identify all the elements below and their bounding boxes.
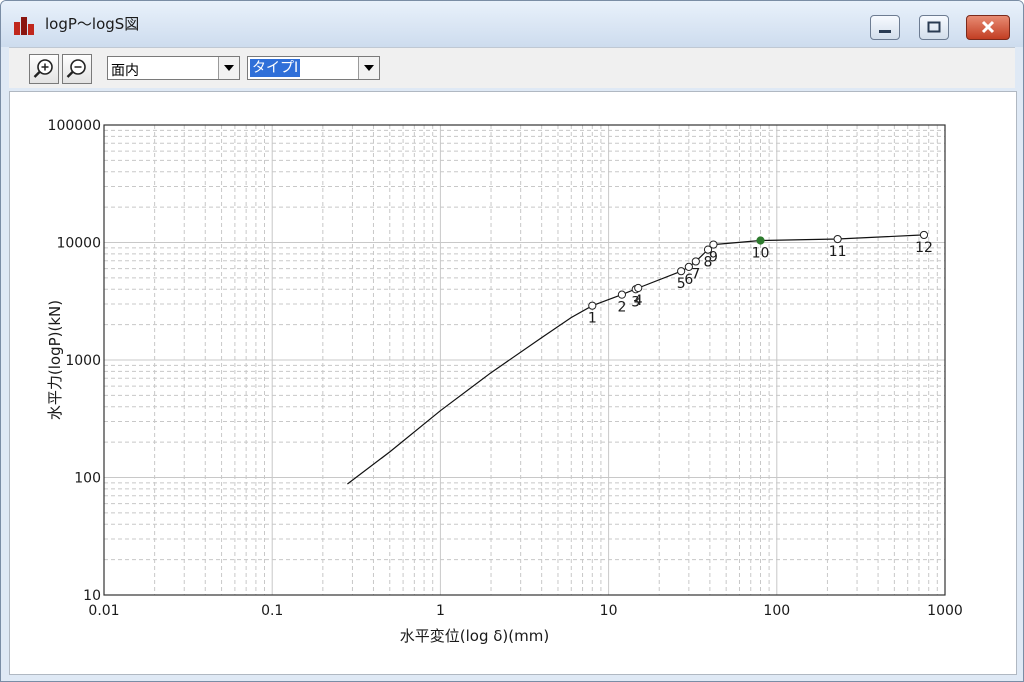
data-point-label: 12 xyxy=(915,240,933,256)
log-p-log-s-window: logP～logS図 面内 タイプⅠ 0.01 0.1 1 10 100 100… xyxy=(0,0,1024,682)
data-point-label: 11 xyxy=(829,244,847,260)
grid xyxy=(104,125,945,595)
maximize-icon xyxy=(927,21,941,33)
load-displacement-curve xyxy=(347,234,925,485)
data-point-label: 10 xyxy=(752,245,770,261)
tick-labels: 0.01 0.1 1 10 100 1000 10 100 1000 10000 100000 xyxy=(48,118,963,619)
data-point xyxy=(617,290,627,299)
x-tick-label: 1 xyxy=(436,603,445,619)
x-tick-label: 0.1 xyxy=(261,603,283,619)
zoom-out-icon xyxy=(66,59,86,78)
x-tick-label: 0.01 xyxy=(88,603,119,619)
data-point-label: 9 xyxy=(709,250,718,266)
type-select[interactable]: タイプⅠ xyxy=(247,56,380,80)
y-tick-label: 100 xyxy=(74,471,101,487)
zoom-in-button[interactable] xyxy=(29,54,59,84)
plane-select-value: 面内 xyxy=(111,63,139,79)
y-tick-label: 10000 xyxy=(56,236,101,252)
close-button[interactable] xyxy=(966,15,1010,40)
x-tick-label: 10 xyxy=(600,603,618,619)
close-icon xyxy=(981,20,995,34)
plane-select[interactable]: 面内 xyxy=(107,56,240,80)
bar-chart-app-icon xyxy=(14,17,34,35)
data-point xyxy=(634,283,643,293)
data-point xyxy=(833,234,842,244)
toolbar: 面内 タイプⅠ xyxy=(9,47,1015,88)
minimize-button[interactable] xyxy=(870,15,900,40)
type-select-value: タイプⅠ xyxy=(250,59,301,77)
maximize-button[interactable] xyxy=(919,15,949,40)
zoom-out-button[interactable] xyxy=(62,54,92,84)
title-bar[interactable]: logP～logS図 xyxy=(1,1,1023,47)
data-point-label: 4 xyxy=(634,293,643,309)
y-tick-label: 100000 xyxy=(48,118,101,134)
data-point-label: 7 xyxy=(691,266,700,282)
window-title: logP～logS図 xyxy=(45,15,140,33)
data-point xyxy=(709,240,718,249)
chart-area: 0.01 0.1 1 10 100 1000 10 100 1000 10000 100000 水平… xyxy=(9,91,1017,675)
y-tick-label: 10 xyxy=(83,588,101,604)
chevron-down-icon[interactable] xyxy=(218,57,239,79)
log-log-chart: 0.01 0.1 1 10 100 1000 10 100 1000 10000 100000 水平… xyxy=(46,118,963,645)
data-points: 12 3456789 10 11 12 xyxy=(588,230,933,327)
data-point xyxy=(919,230,929,240)
y-tick-label: 1000 xyxy=(65,353,101,369)
chevron-down-icon[interactable] xyxy=(358,57,379,79)
x-tick-label: 100 xyxy=(763,603,790,619)
data-point xyxy=(756,236,765,245)
data-point-label: 1 xyxy=(588,311,597,327)
data-point-label: 2 xyxy=(617,300,626,316)
x-tick-label: 1000 xyxy=(927,603,963,619)
x-axis-title: 水平変位(log δ)(mm) xyxy=(400,627,549,645)
data-point xyxy=(691,257,700,266)
minimize-icon xyxy=(879,30,891,33)
data-point xyxy=(588,301,597,310)
zoom-in-icon xyxy=(33,59,53,78)
y-axis-title: 水平力(logP)(kN) xyxy=(46,300,64,420)
